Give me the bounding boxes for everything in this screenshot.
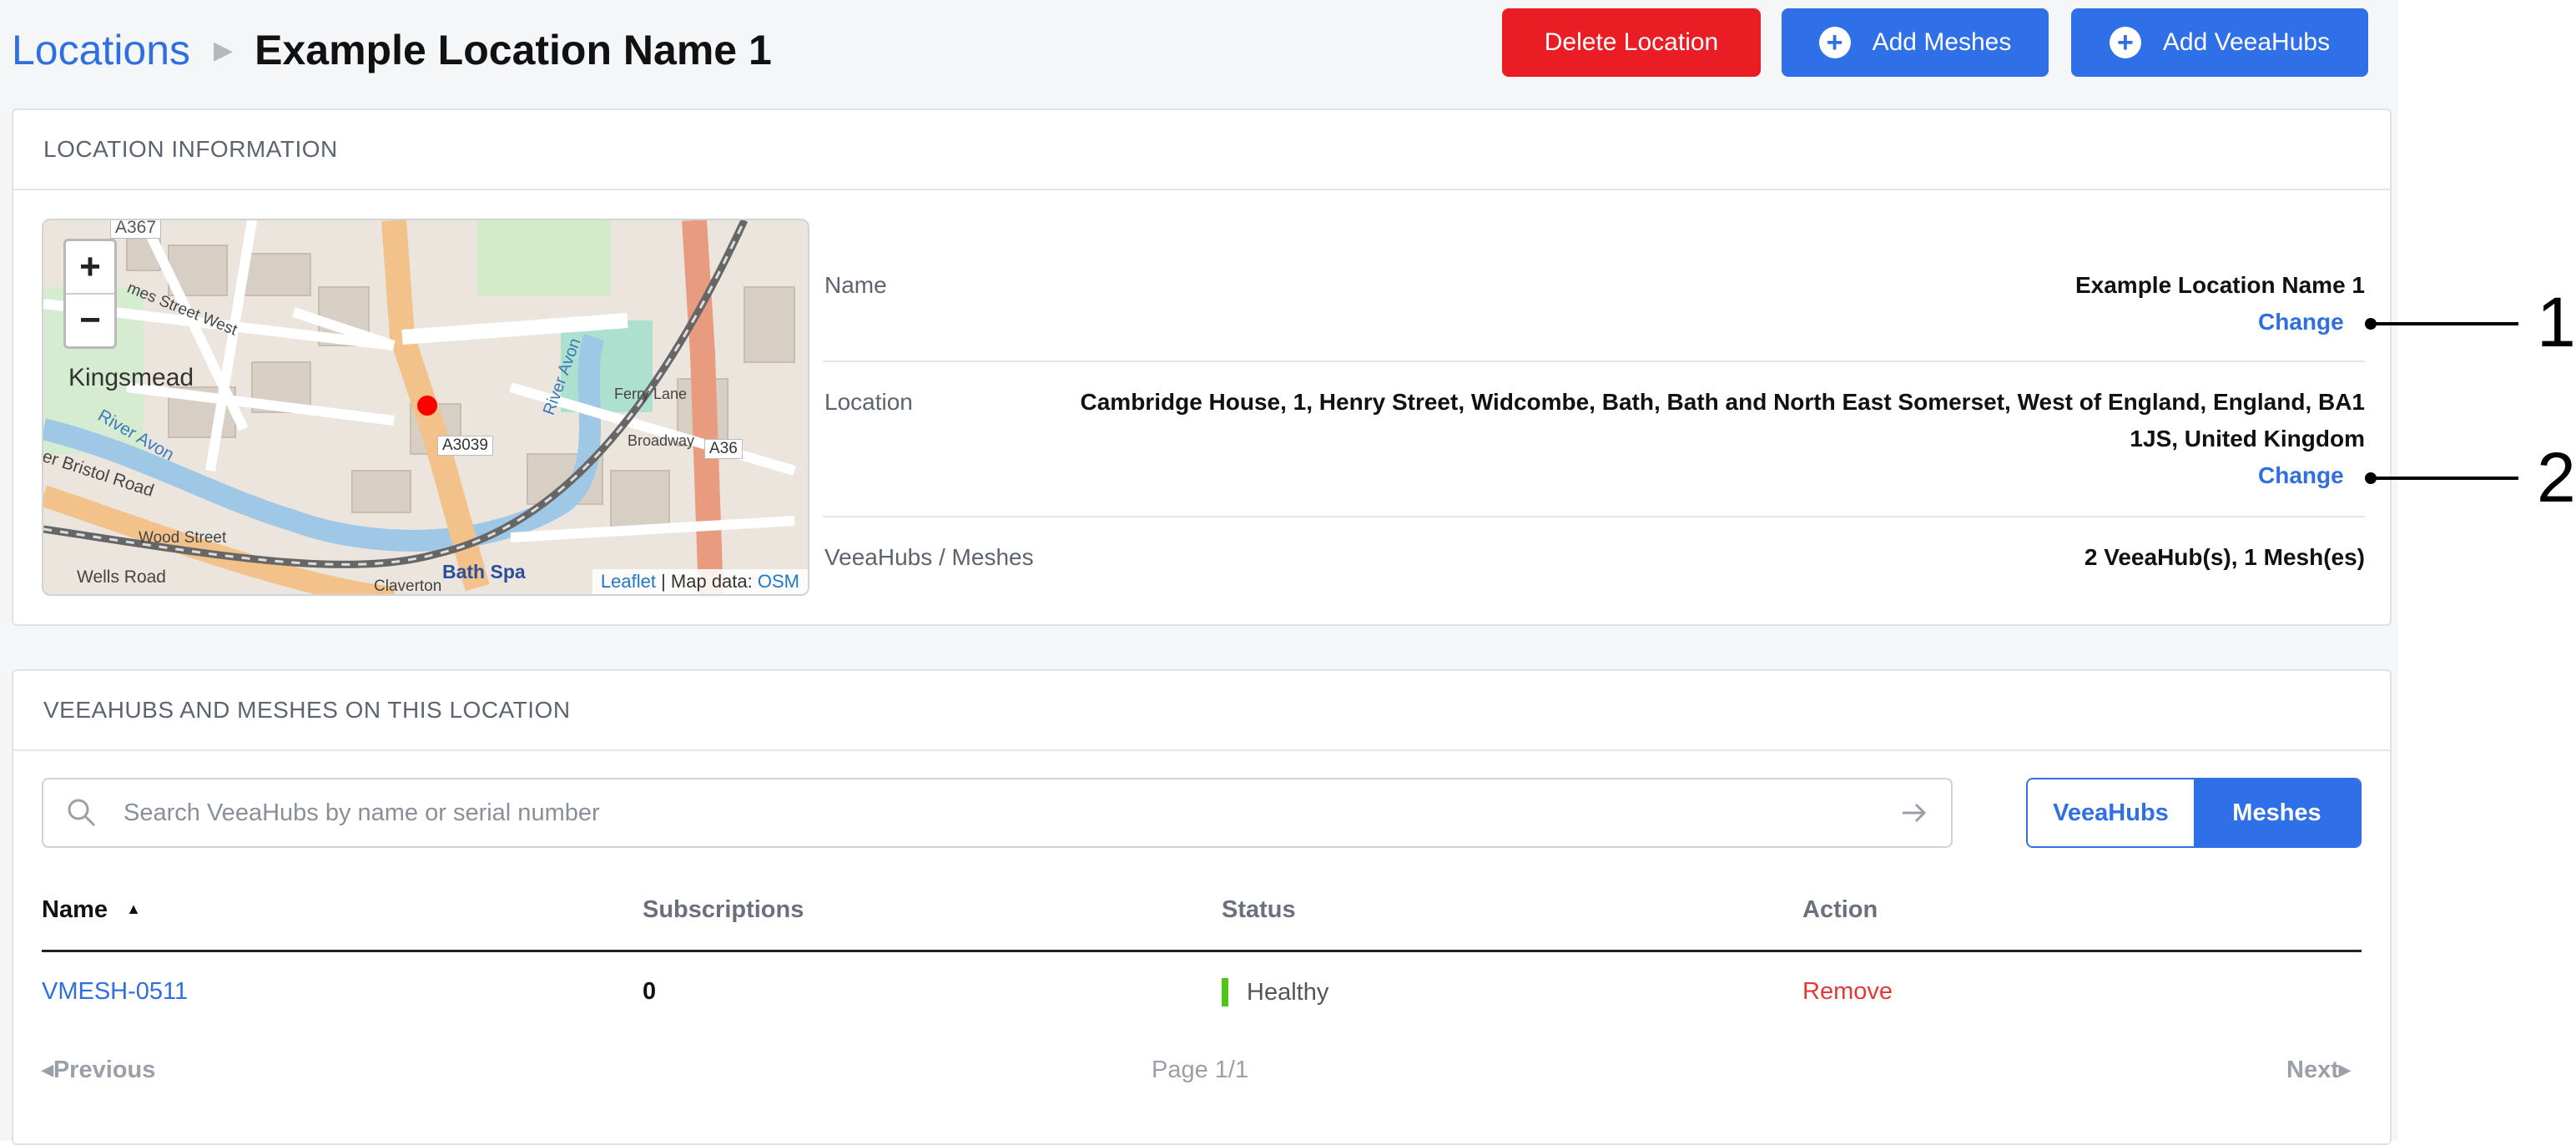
map-label: A367 [110,220,162,239]
map-label: Wood Street [139,529,227,547]
map-label: Bath Spa [442,561,526,583]
breadcrumb: Locations ▶ Example Location Name 1 [12,23,772,77]
map-zoom-control: + − [63,239,117,349]
column-header-action: Action [1802,896,1878,923]
zoom-out-button[interactable]: − [66,293,114,346]
toggle-meshes[interactable]: Meshes [2194,779,2360,846]
location-label: Location [824,389,913,415]
add-veeahubs-button[interactable]: + Add VeeaHubs [2071,8,2368,77]
plus-circle-icon: + [1818,27,1851,58]
view-toggle: VeeaHubs Meshes [2026,778,2362,848]
delete-location-label: Delete Location [1544,28,1719,56]
location-info-header: LOCATION INFORMATION [13,110,2390,190]
map-label: Wells Road [77,567,166,587]
chevron-right-icon: ▶ [214,36,234,64]
search-bar [42,778,1953,848]
previous-label: Previous [53,1057,156,1083]
subscriptions-value: 0 [643,978,657,1005]
add-veeahubs-label: Add VeeaHubs [2162,28,2331,56]
location-value-line1: Cambridge House, 1, Henry Street, Widcom… [1080,389,2365,415]
page-title: Example Location Name 1 [255,27,772,73]
change-location-link[interactable]: Change [2258,462,2344,489]
plus-circle-icon: + [2109,27,2141,58]
callout-line [2372,477,2518,480]
map-label: Claverton [374,578,442,595]
map-label: Broadway [628,432,695,449]
hubs-label: VeeaHubs / Meshes [824,544,1034,570]
add-meshes-button[interactable]: + Add Meshes [1782,8,2049,77]
app-canvas: Locations ▶ Example Location Name 1 Dele… [0,0,2398,1145]
map-label: A36 [704,439,743,459]
location-map[interactable]: A367 Kingsmead mes Street West River Avo… [42,219,809,596]
previous-page-button[interactable]: ◀Previous [42,1057,155,1084]
column-header-name[interactable]: Name ▲ [42,896,141,924]
status-text: Healthy [1247,978,1329,1006]
column-header-name-label: Name [42,896,108,923]
toggle-veeahubs[interactable]: VeeaHubs [2028,779,2194,846]
remove-button[interactable]: Remove [1802,978,1893,1006]
hubs-value: 2 VeeaHub(s), 1 Mesh(es) [2084,544,2365,570]
table-header-rule [42,950,2362,952]
name-value: Example Location Name 1 [2074,272,2365,298]
chevron-left-icon: ◀ [42,1062,53,1078]
divider [823,516,2365,517]
callout-number: 2 [2537,438,2576,517]
next-page-button[interactable]: Next▶ [2286,1057,2351,1084]
search-input[interactable] [122,798,1898,828]
status-cell: Healthy [1222,978,1328,1006]
map-attribution: Leaflet | Map data: OSM [592,569,808,594]
column-header-status[interactable]: Status [1222,896,1296,924]
divider [823,361,2365,362]
osm-link[interactable]: OSM [758,571,799,592]
callout-line [2372,322,2518,325]
zoom-in-button[interactable]: + [66,241,114,293]
breadcrumb-locations-link[interactable]: Locations [12,26,190,74]
delete-location-button[interactable]: Delete Location [1502,8,1761,77]
add-meshes-label: Add Meshes [1872,28,2012,56]
leaflet-link[interactable]: Leaflet [601,571,656,592]
callout-number: 1 [2537,283,2576,361]
chevron-right-icon: ▶ [2338,1062,2351,1078]
next-label: Next [2286,1057,2339,1083]
mesh-name-link[interactable]: VMESH-0511 [42,978,188,1006]
map-label: Kingsmead [68,364,194,391]
map-label: A3039 [437,436,493,456]
map-label: Ferry Lane [614,386,688,402]
sort-asc-icon: ▲ [126,900,141,917]
name-label: Name [824,272,887,298]
arrow-right-icon[interactable] [1898,796,1931,830]
page-indicator: Page 1/1 [1152,1057,1249,1083]
search-icon [68,799,96,827]
location-value-line2: 1JS, United Kingdom [2130,426,2365,451]
attribution-text: | Map data: [655,571,758,592]
change-name-link[interactable]: Change [2258,309,2344,335]
column-header-subscriptions[interactable]: Subscriptions [643,896,804,924]
hubs-meshes-header: VEEAHUBS AND MESHES ON THIS LOCATION [13,671,2390,751]
status-healthy-indicator [1222,978,1228,1006]
